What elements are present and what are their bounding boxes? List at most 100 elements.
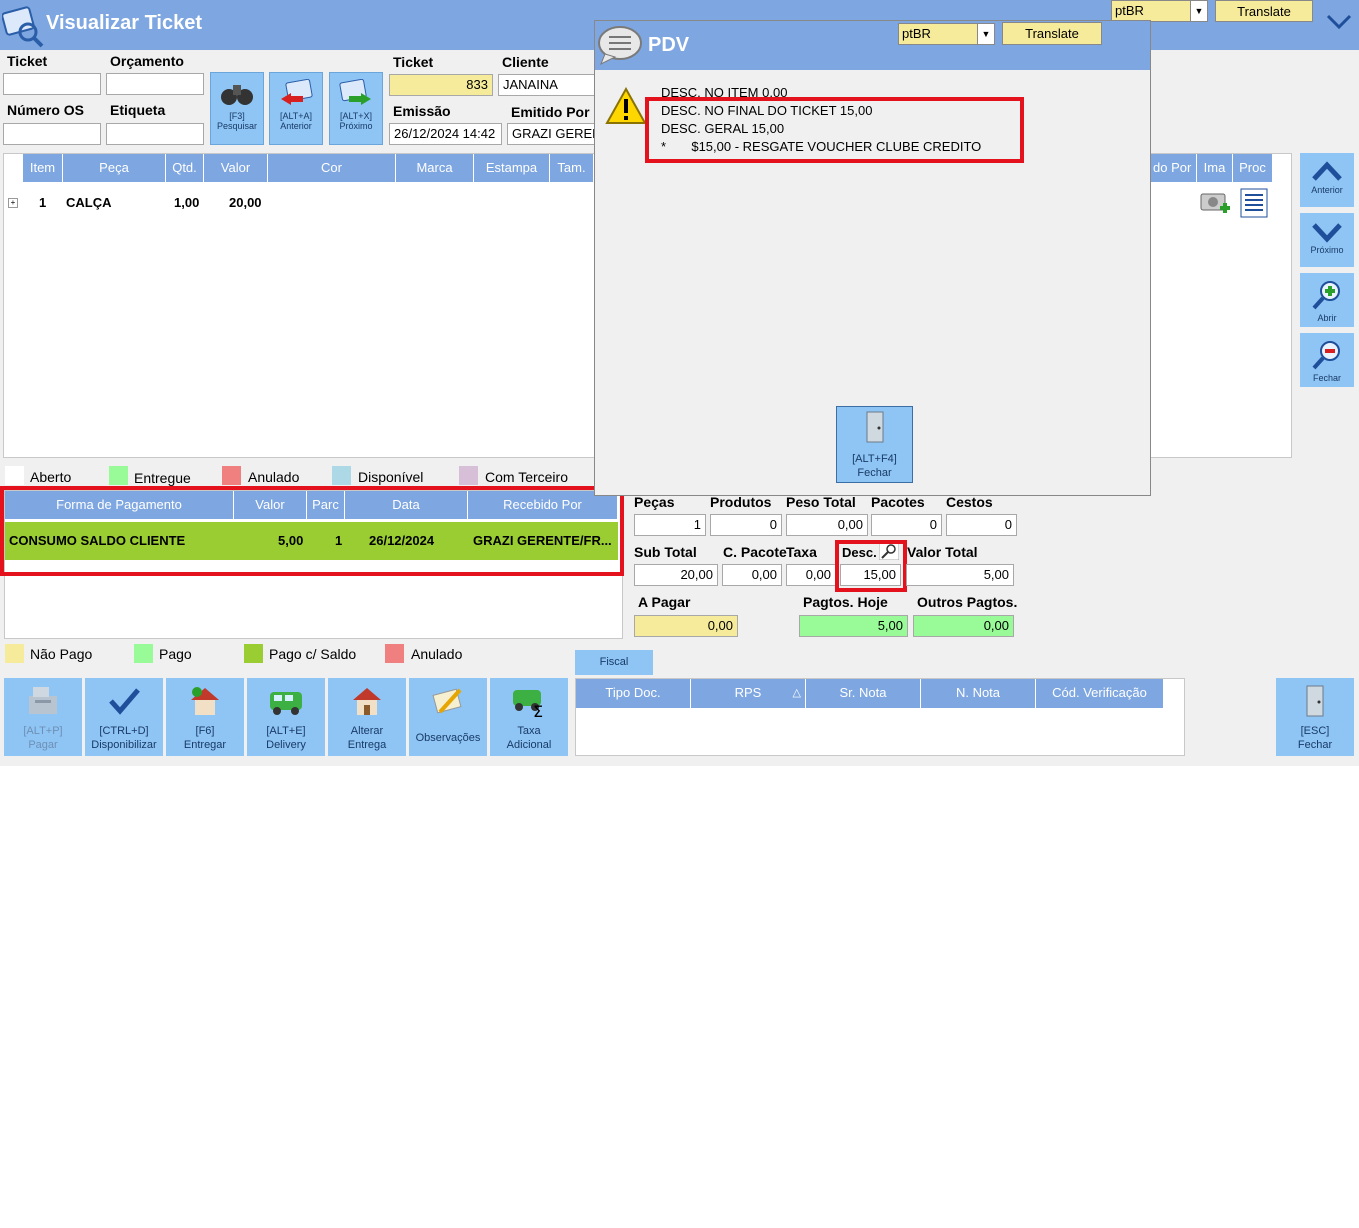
cliente-field[interactable]: JANAINA	[498, 74, 598, 96]
items-table-corner	[4, 154, 23, 182]
emissao-field[interactable]: 26/12/2024 14:42	[389, 123, 502, 145]
col-sr-nota[interactable]: Sr. Nota	[806, 679, 921, 708]
col-processo[interactable]: Proc	[1233, 154, 1273, 182]
col-qtd[interactable]: Qtd.	[166, 154, 204, 182]
legend-disponivel-swatch	[332, 466, 351, 485]
entregar-key: [F6]	[195, 725, 215, 737]
legend-entregue: Entregue	[134, 470, 191, 486]
col-rps[interactable]: RPS △	[691, 679, 806, 708]
nav-anterior-button[interactable]: Anterior	[1300, 153, 1354, 207]
outros-pagtos-field[interactable]: 0,00	[913, 615, 1014, 637]
legend-anulado: Anulado	[248, 469, 300, 485]
col-tam[interactable]: Tam.	[550, 154, 594, 182]
taxa-label: Taxa	[786, 544, 817, 560]
disponibilizar-key: [CTRL+D]	[99, 725, 149, 737]
cpacote-field[interactable]: 0,00	[722, 564, 782, 586]
proximo-ticket-button[interactable]: [ALT+X] Próximo	[329, 72, 383, 145]
cliente-label: Cliente	[502, 54, 549, 70]
pecas-label: Peças	[634, 494, 675, 510]
apagar-field[interactable]: 0,00	[634, 615, 738, 637]
cestos-field[interactable]: 0	[946, 514, 1017, 536]
pecas-field[interactable]: 1	[634, 514, 706, 536]
col-n-nota[interactable]: N. Nota	[921, 679, 1036, 708]
ticket-search-icon	[2, 6, 44, 48]
binoculars-icon	[221, 85, 253, 105]
highlight-desc	[835, 540, 907, 592]
legend-pago-saldo-swatch	[244, 644, 263, 663]
fechar-key: [ESC]	[1300, 725, 1330, 737]
dialog-translate-button[interactable]: Translate	[1002, 22, 1102, 45]
pacotes-label: Pacotes	[871, 494, 925, 510]
pacotes-field[interactable]: 0	[871, 514, 942, 536]
ticket-number-field[interactable]: 833	[389, 74, 493, 96]
taxa-field[interactable]: 0,00	[786, 564, 836, 586]
taxa-adicional-button[interactable]: Σ Taxa Adicional	[490, 678, 568, 756]
col-emitido-por[interactable]: do Por	[1151, 154, 1197, 182]
delivery-label: Delivery	[266, 739, 306, 751]
abrir-button[interactable]: Abrir	[1300, 273, 1354, 327]
col-cor[interactable]: Cor	[268, 154, 396, 182]
dialog-close-key: [ALT+F4]	[852, 453, 897, 465]
translate-button[interactable]: Translate	[1215, 0, 1313, 22]
pesquisar-label: Pesquisar	[216, 121, 258, 131]
pesquisar-button[interactable]: [F3] Pesquisar	[210, 72, 264, 145]
legend-pago-swatch	[134, 644, 153, 663]
dialog-close-button[interactable]: [ALT+F4] Fechar	[836, 406, 913, 483]
fechar-zoom-button[interactable]: Fechar	[1300, 333, 1354, 387]
col-marca[interactable]: Marca	[396, 154, 474, 182]
fechar-zoom-label: Fechar	[1312, 373, 1341, 383]
entregar-label: Entregar	[183, 739, 227, 751]
delivery-button[interactable]: [ALT+E] Delivery	[247, 678, 325, 756]
ticket-number-label: Ticket	[393, 54, 434, 70]
entregar-button[interactable]: [F6] Entregar	[166, 678, 244, 756]
camera-add-icon[interactable]	[1200, 189, 1232, 219]
dialog-language-select[interactable]: ptBR ▼	[898, 23, 995, 45]
nav-proximo-label: Próximo	[1310, 245, 1344, 255]
chat-bubble-icon	[598, 26, 642, 66]
col-valor[interactable]: Valor	[204, 154, 268, 182]
pesquisar-key: [F3]	[229, 111, 245, 121]
col-imagem[interactable]: Ima	[1197, 154, 1233, 182]
alterar-entrega-button[interactable]: Alterar Entrega	[328, 678, 406, 756]
list-details-icon[interactable]	[1240, 188, 1268, 218]
chevron-down-icon	[1312, 223, 1342, 243]
fechar-button[interactable]: [ESC] Fechar	[1276, 678, 1354, 756]
subtotal-field[interactable]: 20,00	[634, 564, 718, 586]
proximo-key: [ALT+X]	[339, 111, 373, 121]
chevron-down-icon[interactable]	[1326, 14, 1352, 30]
observacoes-button[interactable]: Observações	[409, 678, 487, 756]
orcamento-field[interactable]	[106, 73, 204, 95]
peso-field[interactable]: 0,00	[786, 514, 868, 536]
col-item[interactable]: Item	[23, 154, 63, 182]
tab-fiscal[interactable]: Fiscal	[575, 650, 653, 675]
emitido-por-field[interactable]: GRAZI GEREN	[507, 123, 597, 145]
row-peca: CALÇA	[66, 195, 112, 210]
disponibilizar-button[interactable]: [CTRL+D] Disponibilizar	[85, 678, 163, 756]
window-title: Visualizar Ticket	[46, 12, 203, 34]
etiqueta-field[interactable]	[106, 123, 204, 145]
etiqueta-label: Etiqueta	[110, 102, 166, 118]
col-tipo-doc[interactable]: Tipo Doc.	[576, 679, 691, 708]
anterior-ticket-button[interactable]: [ALT+A] Anterior	[269, 72, 323, 145]
pagar-key: [ALT+P]	[23, 725, 63, 737]
language-select[interactable]: ptBR ▼	[1111, 0, 1208, 22]
zoom-out-icon	[1312, 341, 1340, 370]
produtos-field[interactable]: 0	[710, 514, 782, 536]
valor-total-field[interactable]: 5,00	[906, 564, 1014, 586]
anterior-label: Anterior	[280, 121, 312, 131]
col-peca[interactable]: Peça	[63, 154, 166, 182]
pagar-button[interactable]: [ALT+P] Pagar	[4, 678, 82, 756]
warning-icon	[605, 87, 647, 124]
ticket-field[interactable]	[3, 73, 101, 95]
pagtos-hoje-field[interactable]: 5,00	[799, 615, 908, 637]
numero-os-field[interactable]	[3, 123, 101, 145]
house-deliver-icon	[191, 687, 219, 715]
expand-row-icon[interactable]: +	[8, 198, 18, 208]
col-cod-verificacao[interactable]: Cód. Verificação	[1036, 679, 1164, 708]
chevron-down-icon: ▼	[1190, 1, 1207, 21]
col-estampa[interactable]: Estampa	[474, 154, 550, 182]
outros-pagtos-label: Outros Pagtos.	[917, 594, 1018, 610]
nav-proximo-button[interactable]: Próximo	[1300, 213, 1354, 267]
ticket-back-icon	[281, 79, 313, 105]
zoom-in-icon	[1312, 281, 1340, 310]
